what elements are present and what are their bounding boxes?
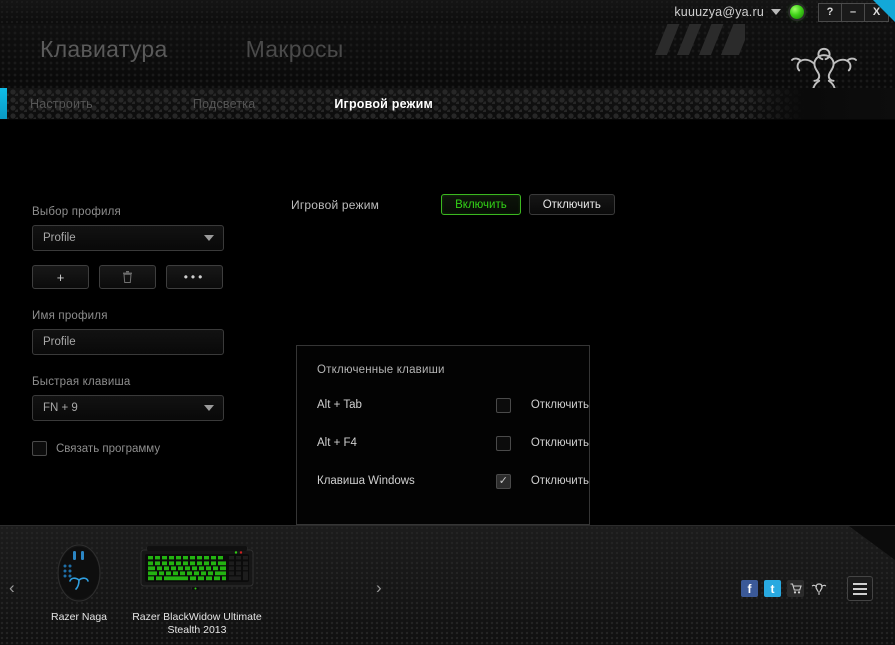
help-button[interactable]: ? <box>819 3 842 21</box>
hotkey-select[interactable]: FN + 9 <box>32 395 224 421</box>
profile-name-label: Имя профиля <box>32 310 108 322</box>
hotkey-label: Быстрая клавиша <box>32 376 131 388</box>
online-status-dot <box>790 5 804 19</box>
sub-tab-bar: Настроить Подсветка Игровой режим <box>0 88 895 119</box>
profile-name-input[interactable]: Profile <box>32 329 224 355</box>
chevron-down-icon[interactable] <box>771 9 781 15</box>
key-combo-label: Клавиша Windows <box>317 475 415 487</box>
cart-icon[interactable] <box>787 580 804 597</box>
game-mode-enable-button[interactable]: Включить <box>441 194 521 215</box>
active-section-accent <box>0 88 7 119</box>
profile-select-value: Profile <box>43 232 76 244</box>
disabled-key-row: Клавиша Windows Отключить <box>317 472 589 490</box>
profile-select[interactable]: Profile <box>32 225 224 251</box>
social-links: f t <box>741 580 827 597</box>
disable-action-label: Отключить <box>530 399 589 411</box>
device-next-button[interactable]: › <box>376 578 382 598</box>
disable-alt-tab-checkbox[interactable] <box>495 397 511 413</box>
delete-profile-button[interactable] <box>99 265 156 289</box>
device-name: Razer BlackWidow Ultimate Stealth 2013 <box>132 611 262 636</box>
disabled-key-row: Alt + F4 Отключить <box>317 434 589 452</box>
more-profile-button[interactable]: ••• <box>166 265 223 289</box>
keyboard-device-thumbnail <box>138 538 256 604</box>
profile-actions: + ••• <box>32 265 227 289</box>
link-program-row[interactable]: Связать программу <box>32 441 227 456</box>
title-bar: kuuuzya@ya.ru ? – X <box>0 0 895 24</box>
profile-select-label: Выбор профиля <box>32 206 121 218</box>
hamburger-menu-icon[interactable] <box>847 576 873 601</box>
game-mode-title: Игровой режим <box>291 197 380 212</box>
content-area: Выбор профиля Profile + ••• Имя профиля … <box>0 120 895 525</box>
razer-synapse-window: kuuuzya@ya.ru ? – X Клавиатура Макросы Н… <box>0 0 895 645</box>
add-profile-button[interactable]: + <box>32 265 89 289</box>
device-name: Razer Naga <box>50 611 108 623</box>
disable-action-label: Отключить <box>530 475 589 487</box>
link-program-label: Связать программу <box>56 442 161 455</box>
minimize-button[interactable]: – <box>842 3 865 21</box>
key-combo-label: Alt + Tab <box>317 399 362 411</box>
twitter-icon[interactable]: t <box>764 580 781 597</box>
account-email[interactable]: kuuuzya@ya.ru <box>674 5 764 19</box>
main-tab-bar: Клавиатура Макросы <box>40 36 344 63</box>
game-mode-header: Игровой режим Включить Отключить <box>291 194 615 215</box>
tab-macros[interactable]: Макросы <box>246 36 344 63</box>
profile-panel: Выбор профиля Profile + ••• Имя профиля … <box>32 206 227 456</box>
disabled-keys-title: Отключенные клавиши <box>317 364 445 376</box>
facebook-icon[interactable]: f <box>741 580 758 597</box>
disabled-keys-panel: Отключенные клавиши Alt + Tab Отключить … <box>296 345 590 525</box>
disable-alt-f4-checkbox[interactable] <box>495 435 511 451</box>
ellipsis-icon: ••• <box>183 270 206 284</box>
corner-accent <box>873 0 895 22</box>
subtab-configure[interactable]: Настроить <box>30 97 93 111</box>
device-bar-corner-decor <box>849 526 895 560</box>
disable-windows-key-checkbox[interactable] <box>495 473 511 489</box>
razer-icon[interactable] <box>810 580 827 597</box>
tab-keyboard[interactable]: Клавиатура <box>40 36 168 63</box>
game-mode-toggle-group: Включить Отключить <box>441 194 615 215</box>
header-slash-decor <box>653 24 745 55</box>
chevron-down-icon <box>204 235 214 241</box>
trash-icon <box>123 271 132 283</box>
subtab-lighting[interactable]: Подсветка <box>193 97 255 111</box>
disable-action-label: Отключить <box>530 437 589 449</box>
link-program-checkbox[interactable] <box>32 441 47 456</box>
mouse-device-thumbnail <box>48 538 110 604</box>
disabled-key-row: Alt + Tab Отключить <box>317 396 589 414</box>
hotkey-select-value: FN + 9 <box>43 402 78 414</box>
subtab-game-mode[interactable]: Игровой режим <box>334 97 433 111</box>
chevron-down-icon <box>204 405 214 411</box>
key-combo-label: Alt + F4 <box>317 437 357 449</box>
game-mode-disable-button[interactable]: Отключить <box>528 194 615 215</box>
plus-icon: + <box>56 269 65 285</box>
device-item-razer-naga[interactable]: Razer Naga <box>14 538 144 624</box>
device-item-blackwidow[interactable]: Razer BlackWidow Ultimate Stealth 2013 <box>132 538 262 637</box>
